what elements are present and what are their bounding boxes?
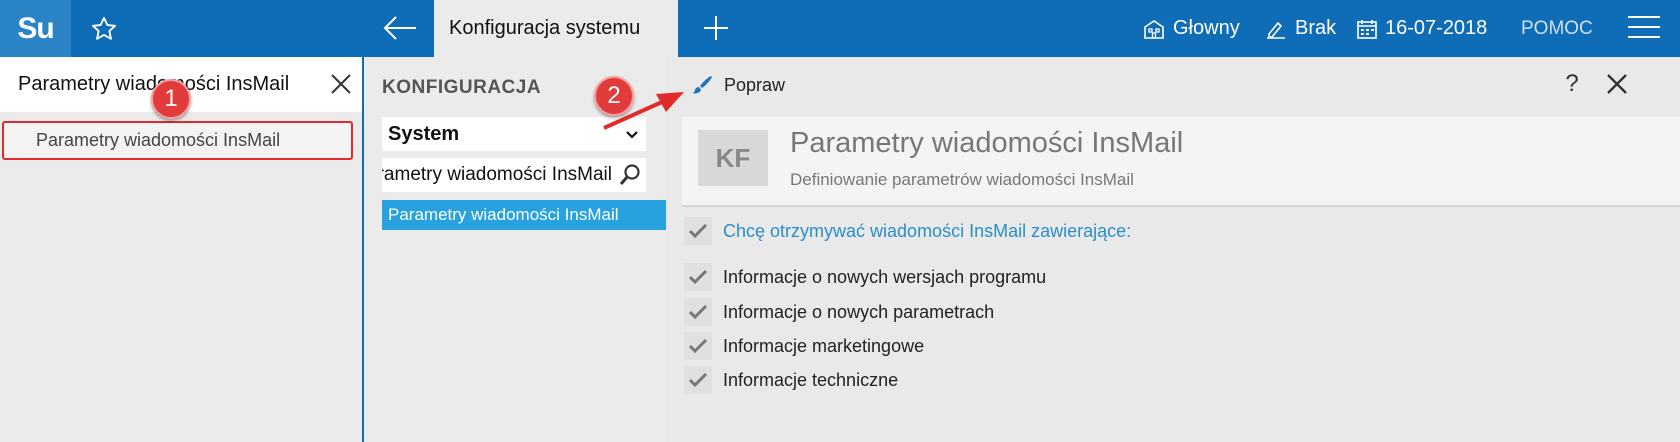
step-2-annotation: 2 <box>594 76 634 116</box>
configuration-heading: KONFIGURACJA <box>382 77 542 98</box>
form-title: Parametry wiadomości InsMail <box>790 127 1184 159</box>
working-date-selector[interactable]: 16-07-2018 <box>1356 0 1487 57</box>
option-label-receive-insmail: Chcę otrzymywać wiadomości InsMail zawie… <box>723 220 1132 241</box>
step-1-annotation: 1 <box>151 79 191 119</box>
configuration-form: Popraw ? KF Parametry wiadomości InsMail… <box>666 57 1680 442</box>
option-row-technical[interactable]: Informacje techniczne <box>684 366 898 394</box>
signature-icon <box>1267 21 1285 39</box>
option-row-receive-insmail[interactable]: Chcę otrzymywać wiadomości InsMail zawie… <box>684 217 1131 245</box>
checkbox-technical[interactable] <box>684 366 712 394</box>
option-row-marketing[interactable]: Informacje marketingowe <box>684 332 924 360</box>
search-icon[interactable] <box>618 163 642 192</box>
checkbox-new-versions[interactable] <box>684 263 712 291</box>
checkmark-icon <box>688 338 708 354</box>
checkbox-marketing[interactable] <box>684 332 712 360</box>
option-row-new-versions[interactable]: Informacje o nowych wersjach programu <box>684 263 1046 291</box>
module-badge: KF <box>698 130 768 186</box>
close-icon[interactable] <box>1606 73 1630 97</box>
edit-button[interactable]: Popraw <box>690 70 785 100</box>
favorites-star-icon[interactable] <box>86 12 122 46</box>
form-header: KF Parametry wiadomości InsMail Definiow… <box>682 117 1680 207</box>
help-link[interactable]: POMOC <box>1521 0 1593 57</box>
top-bar: Su Konfiguracja systemu Głowny Brak 16-0… <box>0 0 1680 57</box>
option-label-technical: Informacje techniczne <box>723 369 899 390</box>
workstation-label: Brak <box>1295 17 1337 39</box>
tab-system-configuration[interactable]: Konfiguracja systemu <box>434 0 678 57</box>
working-date-label: 16-07-2018 <box>1385 17 1488 39</box>
checkmark-icon <box>688 372 708 388</box>
scope-select-value: System <box>388 122 460 145</box>
checkmark-icon <box>688 269 708 285</box>
tree-search-input[interactable]: Parametry wiadomości InsMail <box>382 158 646 192</box>
main-unit-selector[interactable]: Głowny <box>1142 0 1240 57</box>
building-icon <box>1144 19 1164 39</box>
search-result-item[interactable]: Parametry wiadomości InsMail <box>2 121 353 160</box>
tree-search-value: Parametry wiadomości InsMail <box>382 164 612 185</box>
main-unit-label: Głowny <box>1173 17 1240 39</box>
hamburger-menu-icon[interactable] <box>1628 16 1660 40</box>
checkmark-icon <box>688 304 708 320</box>
edit-button-label: Popraw <box>724 74 786 95</box>
back-arrow-icon[interactable] <box>378 10 422 46</box>
option-label-marketing: Informacje marketingowe <box>723 335 925 356</box>
close-search-icon[interactable] <box>330 73 352 95</box>
option-row-new-parameters[interactable]: Informacje o nowych parametrach <box>684 298 994 326</box>
calendar-icon <box>1357 19 1377 39</box>
checkbox-new-parameters[interactable] <box>684 298 712 326</box>
tree-item-selected[interactable]: Parametry wiadomości InsMail <box>382 200 666 230</box>
brush-icon <box>692 76 712 94</box>
option-label-new-parameters: Informacje o nowych parametrach <box>723 301 995 322</box>
form-toolbar: Popraw ? <box>666 57 1680 117</box>
workstation-selector[interactable]: Brak <box>1264 0 1336 57</box>
option-label-new-versions: Informacje o nowych wersjach programu <box>723 266 1047 287</box>
checkbox-receive-insmail[interactable] <box>684 217 712 245</box>
help-question-icon[interactable]: ? <box>1560 69 1584 99</box>
form-subtitle: Definiowanie parametrów wiadomości InsMa… <box>790 170 1134 189</box>
checkmark-icon <box>688 223 708 239</box>
app-logo[interactable]: Su <box>0 0 71 57</box>
add-tab-plus-icon[interactable] <box>696 10 736 46</box>
